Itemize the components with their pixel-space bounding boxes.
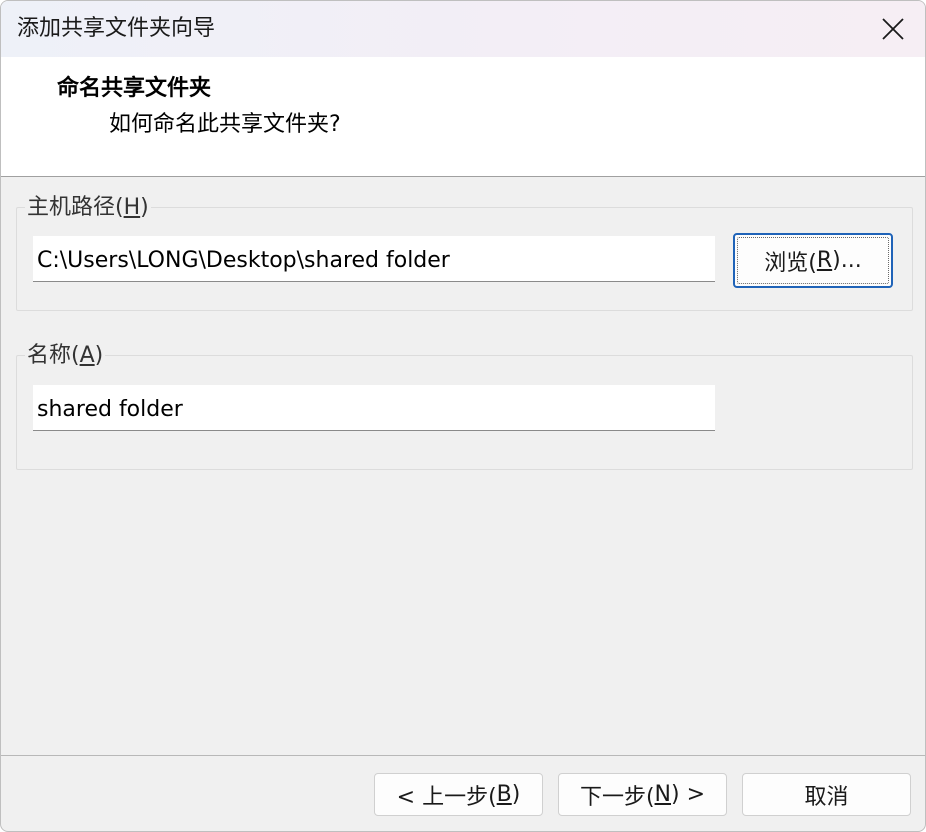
window-title: 添加共享文件夹向导	[17, 16, 216, 41]
close-button[interactable]	[861, 1, 925, 57]
cancel-label: 取消	[804, 784, 849, 810]
back-label-end: )	[511, 782, 521, 807]
host-path-label-text: 主机路径(	[27, 195, 124, 220]
host-path-mnemonic: H	[123, 195, 141, 220]
next-label: 下一步(	[579, 784, 655, 810]
name-mnemonic: A	[79, 343, 95, 368]
back-button[interactable]: < 上一步(B)	[374, 773, 543, 816]
wizard-header: 命名共享文件夹 如何命名此共享文件夹?	[1, 57, 925, 177]
back-mnemonic: B	[496, 782, 512, 807]
next-mnemonic: N	[654, 782, 672, 807]
host-path-input[interactable]	[33, 236, 715, 282]
name-label-end: )	[94, 343, 104, 368]
page-title: 命名共享文件夹	[57, 76, 212, 101]
host-path-label-end: )	[140, 195, 149, 220]
title-bar: 添加共享文件夹向导	[1, 1, 925, 57]
name-label-text: 名称(	[27, 343, 80, 368]
back-label: < 上一步(	[396, 784, 497, 810]
next-button[interactable]: 下一步(N) >	[558, 773, 727, 816]
add-shared-folder-wizard-window: 添加共享文件夹向导 命名共享文件夹 如何命名此共享文件夹? 主机路径(H) 浏览…	[0, 0, 926, 832]
browse-button[interactable]: 浏览(R)...	[733, 233, 893, 288]
name-label: 名称(A)	[25, 342, 106, 370]
page-subtitle: 如何命名此共享文件夹?	[109, 112, 341, 137]
footer-separator	[1, 755, 925, 756]
next-label-end: ) >	[671, 782, 706, 807]
browse-label: 浏览(	[764, 250, 817, 276]
browse-mnemonic: R	[816, 248, 833, 273]
name-input[interactable]	[33, 385, 715, 431]
close-icon	[882, 18, 904, 40]
cancel-button[interactable]: 取消	[742, 773, 911, 816]
host-path-label: 主机路径(H)	[25, 194, 151, 222]
browse-label-end: )...	[832, 248, 862, 273]
